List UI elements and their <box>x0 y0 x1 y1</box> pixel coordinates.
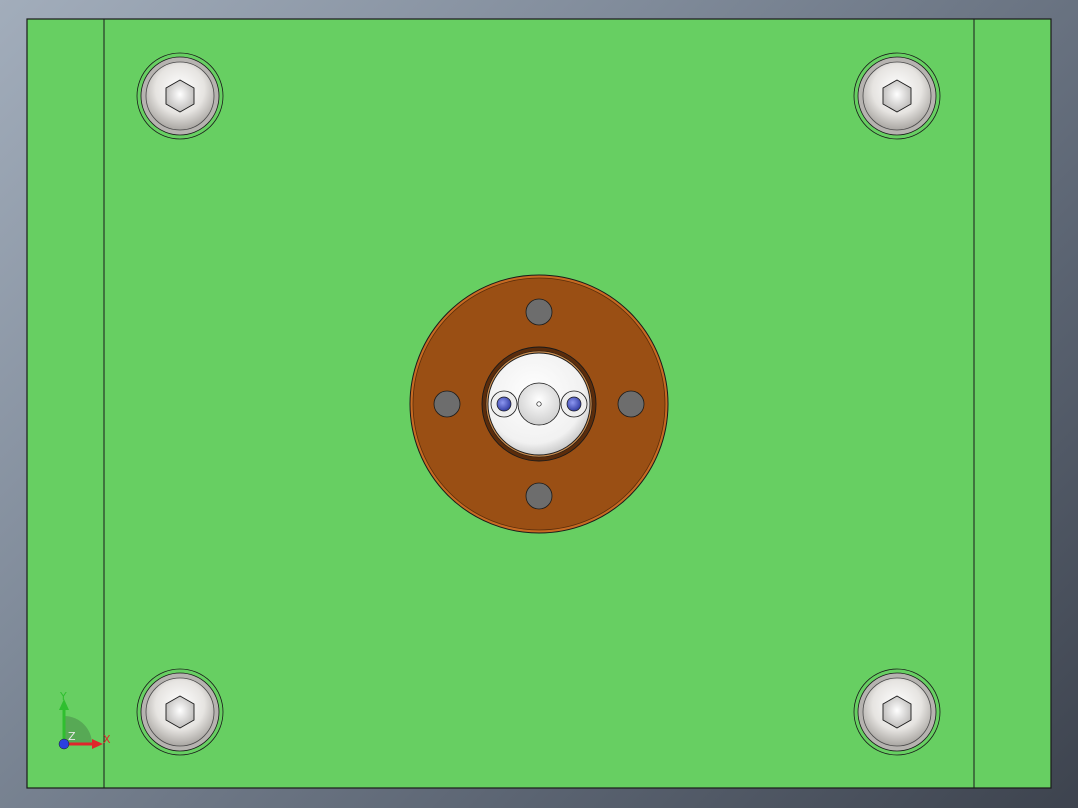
graphics-viewport[interactable]: Y X Z <box>0 0 1078 808</box>
triad-label-x: X <box>103 733 111 746</box>
ring-hole-top <box>525 298 553 326</box>
ring-hole-right <box>617 390 645 418</box>
sprue-bushing[interactable] <box>487 352 591 456</box>
ring-hole-bottom <box>525 482 553 510</box>
sprue-center-point <box>536 401 542 407</box>
screw-bottom-left[interactable] <box>136 668 224 756</box>
triad-label-z: Z <box>68 730 76 743</box>
screw-top-left[interactable] <box>136 52 224 140</box>
screw-top-right[interactable] <box>853 52 941 140</box>
triad-label-y: Y <box>59 690 67 703</box>
ring-hole-left <box>433 390 461 418</box>
dowel-pin-right <box>560 390 588 418</box>
screw-bottom-right[interactable] <box>853 668 941 756</box>
dowel-pin-left <box>490 390 518 418</box>
